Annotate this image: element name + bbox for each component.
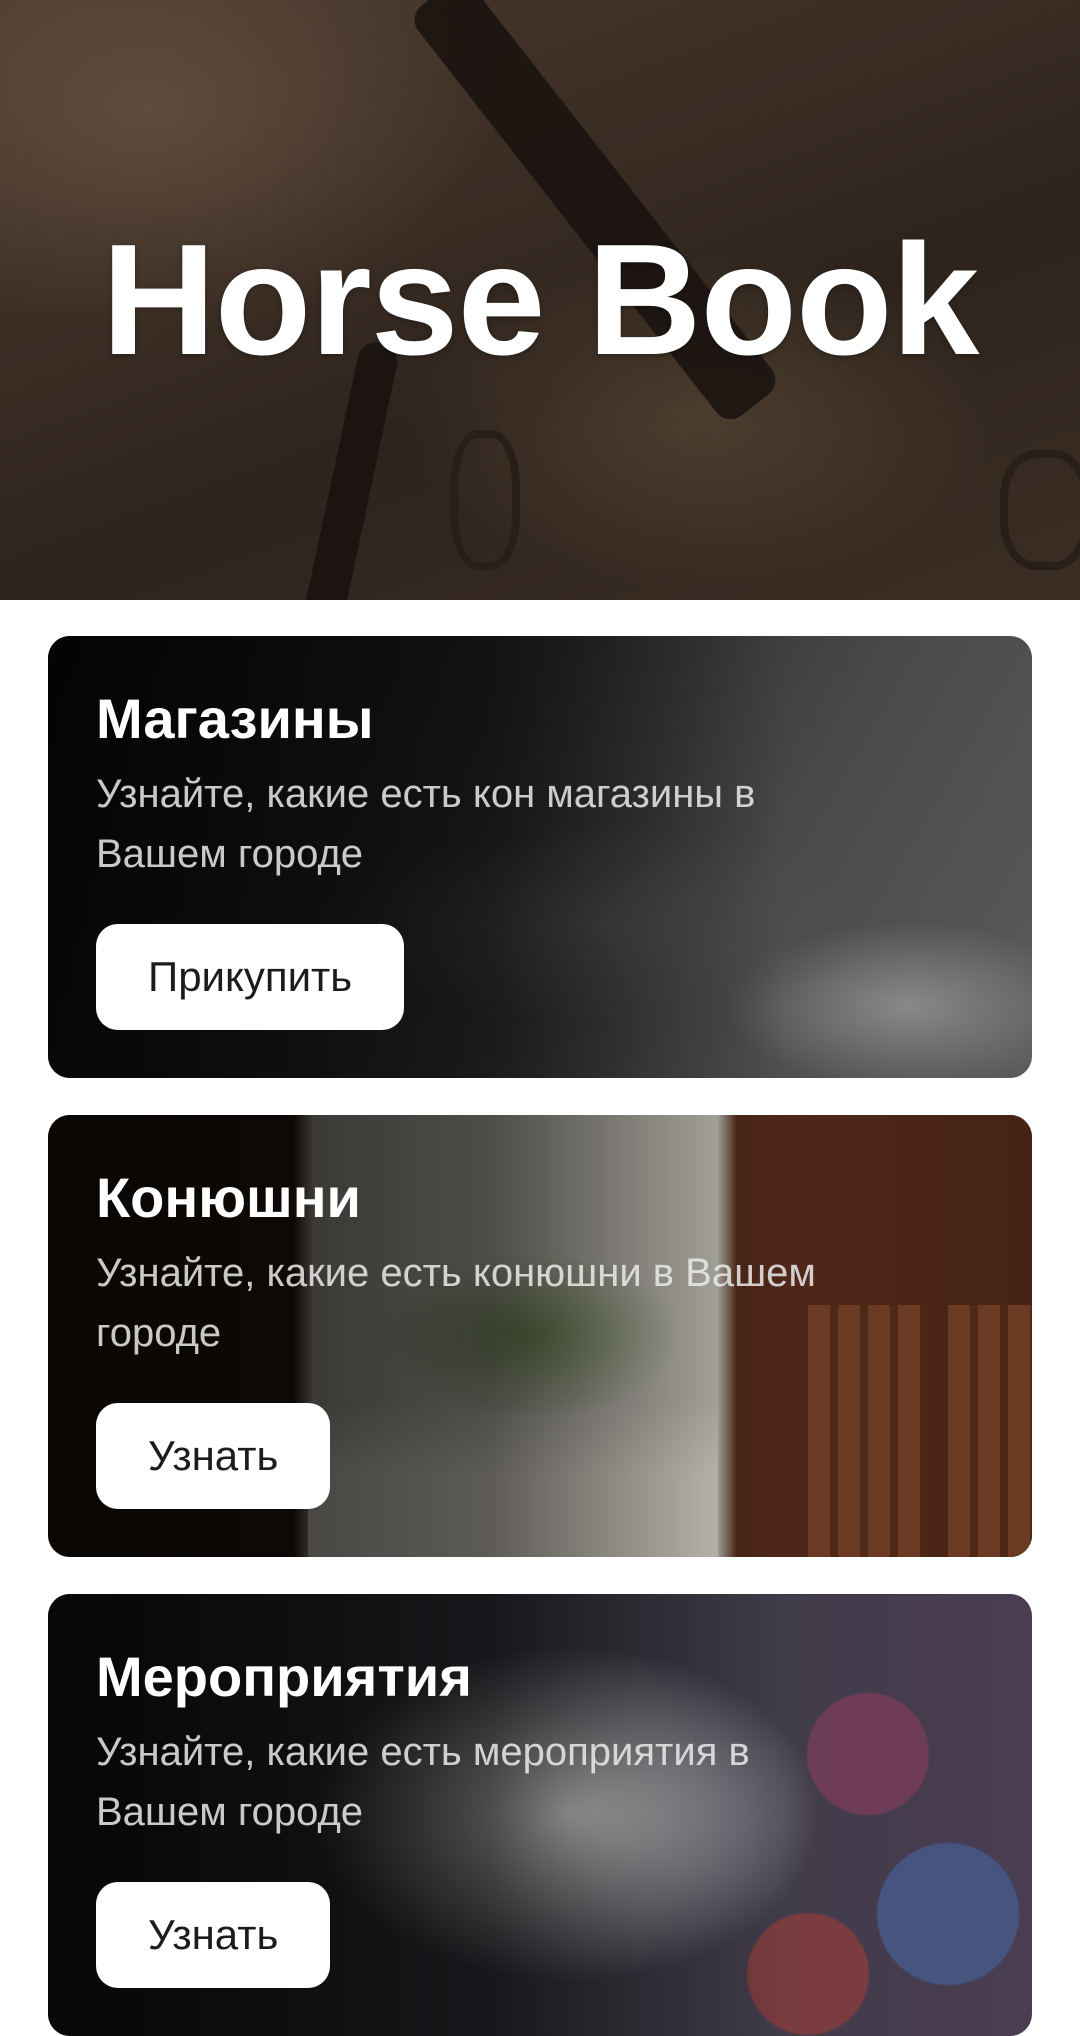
card-title: Мероприятия: [96, 1645, 472, 1708]
learn-events-button[interactable]: Узнать: [96, 1882, 331, 1988]
hero-buckle-decoration: [450, 430, 520, 570]
card-title: Магазины: [96, 687, 374, 750]
card-shops[interactable]: Магазины Узнайте, какие есть кон магазин…: [48, 636, 1032, 1078]
hero-buckle-decoration: [1000, 450, 1080, 570]
app-title: Horse Book: [101, 212, 980, 388]
card-description: Узнайте, какие есть кон магазины в Вашем…: [96, 772, 756, 876]
card-events[interactable]: Мероприятия Узнайте, какие есть мероприя…: [48, 1594, 1032, 2036]
card-title: Конюшни: [96, 1166, 361, 1229]
card-description: Узнайте, какие есть конюшни в Вашем горо…: [96, 1251, 816, 1355]
learn-stables-button[interactable]: Узнать: [96, 1403, 331, 1509]
card-stables[interactable]: Конюшни Узнайте, какие есть конюшни в Ва…: [48, 1115, 1032, 1557]
card-description: Узнайте, какие есть мероприятия в Вашем …: [96, 1730, 750, 1834]
buy-button[interactable]: Прикупить: [96, 924, 405, 1030]
hero-banner: Horse Book: [0, 0, 1080, 600]
